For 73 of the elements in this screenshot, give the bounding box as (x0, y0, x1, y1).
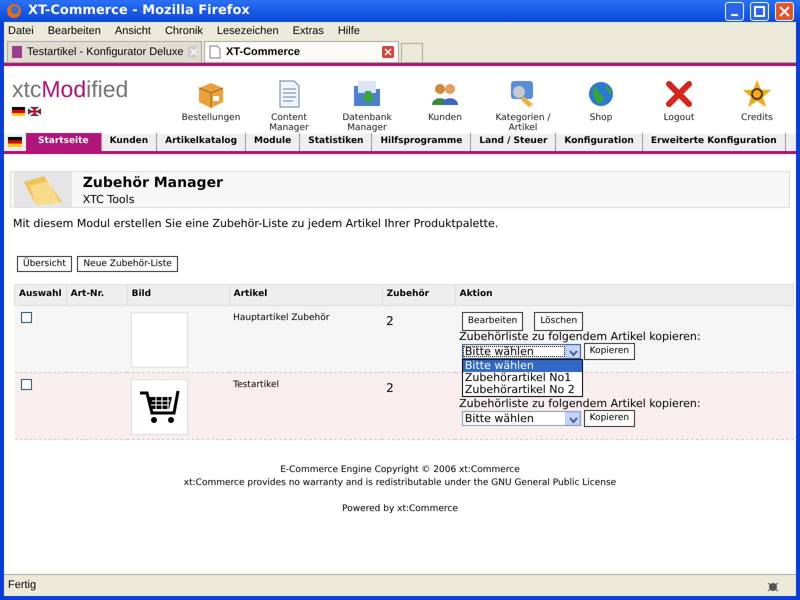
dropdown-option[interactable]: Zubehörartikel No 2 (462, 384, 582, 396)
maximize-button[interactable] (750, 2, 769, 20)
menu-item[interactable]: Chronik (164, 22, 203, 40)
row-checkbox[interactable] (20, 378, 32, 390)
nav-tab[interactable]: Konfiguration (556, 133, 643, 151)
firefox-icon (6, 3, 22, 19)
menu-item[interactable]: Hilfe (338, 22, 360, 40)
close-button[interactable] (775, 2, 794, 20)
nav-tab[interactable]: Artikelkatalog (157, 133, 246, 151)
toolbar-link[interactable]: Shop (590, 113, 612, 124)
logo: xtcModified (12, 78, 130, 101)
british-flag-icon[interactable] (28, 106, 41, 116)
nav-tab[interactable]: Erweiterte Konfiguration (642, 133, 786, 151)
page-title: Zubehör Manager (82, 175, 223, 192)
german-flag-icon[interactable] (8, 137, 22, 147)
german-flag-icon[interactable] (12, 106, 25, 116)
browser-tab[interactable]: Testartikel - Konfigurator Deluxe (7, 41, 202, 62)
copy-label: Zubehörliste zu folgendem Artikel kopieren: (459, 398, 702, 410)
menu-item[interactable]: Extras (292, 22, 324, 40)
table-cell: Testartikel (229, 372, 382, 440)
toolbar-link[interactable]: Logout (664, 113, 694, 124)
description-text: Mit diesem Modul erstellen Sie eine Zubehör-Liste zu jedem Artikel Ihrer Produktpalette. (13, 216, 500, 232)
column-header: Bild (127, 284, 230, 306)
column-header: Zubehör (382, 284, 456, 306)
page-icon (209, 45, 221, 59)
copy-button[interactable]: Kopieren (584, 342, 636, 360)
footer-text: Powered by xt:Commerce (341, 502, 459, 516)
nav-tab[interactable]: Kunden (102, 133, 158, 151)
copy-button[interactable]: Kopieren (584, 410, 636, 427)
site-icon (12, 46, 22, 58)
row-checkbox[interactable] (20, 312, 32, 323)
star-icon[interactable] (741, 78, 773, 110)
column-header: Aktion (455, 284, 794, 306)
table-cell: 2 (382, 372, 456, 440)
row-button[interactable]: Löschen (534, 312, 584, 331)
window-title: XT-Commerce - Mozilla Firefox (28, 2, 251, 20)
menu-item[interactable]: Ansicht (114, 22, 151, 40)
dropdown-option[interactable]: Zubehörartikel No1 (462, 372, 582, 384)
browser-tab[interactable]: XT-Commerce (204, 41, 399, 62)
footer-text: E-Commerce Engine Copyright © 2006 xt:Commerce (279, 464, 521, 477)
toolbar-link[interactable]: Credits (741, 113, 773, 124)
toolbar-link[interactable]: Kunden (428, 113, 462, 124)
toolbar-link[interactable]: Bestellungen (182, 113, 240, 124)
close-tab-icon[interactable] (382, 46, 394, 58)
minimize-icon (731, 14, 738, 16)
row-button[interactable]: Bearbeiten (462, 312, 524, 331)
maximize-icon (754, 6, 765, 16)
menu-item[interactable]: Lesezeichen (216, 22, 279, 40)
column-header: Artikel (229, 284, 382, 306)
footer-text: xt:Commerce provides no warranty and is redistributable under the GNU General Public License (182, 477, 618, 490)
action-button[interactable]: Übersicht (17, 256, 72, 272)
toolbar-link[interactable]: Kategorien / Artikel (484, 113, 562, 134)
empty-image (131, 312, 188, 368)
page-subtitle: XTC Tools (82, 192, 136, 208)
nav-tab[interactable]: Statistiken (300, 133, 372, 151)
nav-tab[interactable]: Hilfsprogramme (372, 133, 472, 151)
dropdown-option[interactable]: Bitte wählen (462, 360, 582, 372)
menu-item[interactable]: Bearbeiten (48, 22, 101, 40)
copy-label: Zubehörliste zu folgendem Artikel kopieren: (459, 330, 702, 343)
toolbar-link[interactable]: Datenbank Manager (328, 113, 406, 134)
action-button[interactable]: Neue Zubehör-Liste (77, 256, 178, 272)
menu-item[interactable]: Datei (8, 22, 34, 40)
nav-tab[interactable]: Startseite (26, 133, 102, 151)
nav-tab[interactable]: Land / Steuer (471, 133, 556, 151)
select-field[interactable]: Bitte wählen (462, 410, 581, 426)
status-text: Fertig (8, 578, 38, 594)
close-icon (779, 6, 790, 16)
column-header: Art-Nr. (66, 284, 128, 306)
toolbar-link[interactable]: Content Manager (250, 113, 328, 134)
logout-icon[interactable] (663, 78, 695, 110)
column-header: Auswahl (14, 284, 66, 306)
nav-tab[interactable]: Module (246, 133, 300, 151)
minimize-button[interactable] (725, 2, 744, 20)
